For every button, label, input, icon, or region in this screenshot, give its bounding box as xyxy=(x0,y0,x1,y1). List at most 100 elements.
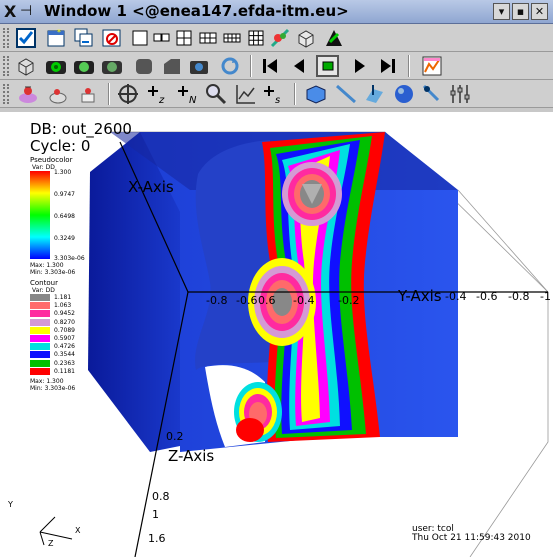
svg-text:*: * xyxy=(57,28,61,37)
legend-title: Pseudocolor xyxy=(30,156,73,164)
z-tick: 0.2 xyxy=(166,430,184,443)
date-label: Thu Oct 21 11:59:43 2010 xyxy=(412,533,531,543)
pick-node-icon[interactable] xyxy=(76,83,99,105)
pseudocolor-legend: Pseudocolor Var: DD 1.300 0.9747 0.6498 … xyxy=(30,156,90,264)
delete-window-icon[interactable] xyxy=(100,27,123,49)
toolbar-grip[interactable] xyxy=(3,84,9,104)
plot-info-icon[interactable] xyxy=(420,55,443,77)
svg-text:s: s xyxy=(275,95,280,105)
axis-restrict-icon[interactable] xyxy=(448,83,471,105)
y-tick: -0.6 xyxy=(476,290,498,303)
pick-zone-icon[interactable] xyxy=(46,83,69,105)
toolbar-grip[interactable] xyxy=(3,56,9,76)
contour-swatch xyxy=(30,318,50,326)
z-tick: 0.8 xyxy=(152,490,170,503)
hide-plots-icon[interactable] xyxy=(132,55,155,77)
point-tool-icon[interactable] xyxy=(420,83,443,105)
minimize-button[interactable]: ▾ xyxy=(493,3,510,20)
contour-level-value: 1.063 xyxy=(54,302,72,310)
window-titlebar[interactable]: X ⊣ Window 1 <@enea147.efda-itm.eu> ▾ ▪ … xyxy=(0,0,553,24)
add-point-icon[interactable]: s xyxy=(262,83,285,105)
plane-tool-icon[interactable] xyxy=(362,83,385,105)
view-3d-icon[interactable] xyxy=(294,27,317,49)
pan-normal-icon[interactable]: N xyxy=(176,83,199,105)
contour-legend-max: Max: 1.300 xyxy=(30,378,64,385)
toolbar-interaction: z N s xyxy=(0,80,553,108)
contour-legend-item: 0.2363 xyxy=(30,359,75,368)
camera-icon[interactable] xyxy=(100,55,123,77)
stop-icon[interactable] xyxy=(316,55,339,77)
contour-swatch xyxy=(30,294,50,301)
prev-frame-icon[interactable] xyxy=(287,55,310,77)
legend-tick: 0.9747 xyxy=(54,191,75,198)
layout-2x2-icon[interactable] xyxy=(172,27,195,49)
refresh-icon[interactable] xyxy=(218,55,241,77)
maximize-button[interactable]: ▪ xyxy=(512,3,529,20)
inner-tick: -0.4 xyxy=(293,294,315,307)
zoom-magnifier-icon[interactable] xyxy=(204,83,227,105)
contour-legend-item: 1.063 xyxy=(30,302,71,310)
save-image-icon[interactable] xyxy=(188,55,211,77)
render-viewport[interactable]: DB: out_2600 Cycle: 0 Pseudocolor Var: D… xyxy=(0,112,553,557)
legend-tick: 3.303e-06 xyxy=(54,255,85,262)
active-window-icon[interactable] xyxy=(14,27,37,49)
contour-level-value: 0.3544 xyxy=(54,351,75,359)
svg-text:N: N xyxy=(189,95,197,105)
separator xyxy=(108,83,110,105)
pin-icon[interactable]: ⊣ xyxy=(20,3,32,19)
clone-window-icon[interactable] xyxy=(72,27,95,49)
draw-plots-icon[interactable] xyxy=(44,55,67,77)
layout-1x2-icon[interactable] xyxy=(150,27,173,49)
separator xyxy=(294,83,296,105)
x-axis-label: X-Axis xyxy=(128,178,174,196)
triad-z-label: Z xyxy=(48,539,54,548)
line-tool-icon[interactable] xyxy=(334,83,357,105)
legend-tick: 0.6498 xyxy=(54,213,75,220)
contour-level-value: 0.1181 xyxy=(54,367,75,375)
pick-mode-icon[interactable] xyxy=(16,83,39,105)
contour-level-value: 0.5907 xyxy=(54,335,75,342)
layout-2x3-icon[interactable] xyxy=(196,27,219,49)
delete-plots-icon[interactable] xyxy=(160,55,183,77)
layout-2x4-icon[interactable] xyxy=(220,27,243,49)
x-logo-icon: X xyxy=(4,2,17,21)
z-tick: 1.6 xyxy=(148,532,166,545)
toolbar-plots xyxy=(0,52,553,80)
svg-text:z: z xyxy=(158,95,165,105)
legend-var: Var: DD xyxy=(32,164,55,171)
contour-swatch xyxy=(30,302,50,310)
close-button[interactable]: ✕ xyxy=(531,3,548,20)
separator xyxy=(250,55,252,77)
y-axis-label: Y-Axis xyxy=(398,287,442,305)
new-window-icon[interactable]: * xyxy=(44,27,67,49)
lineout-icon[interactable] xyxy=(234,83,257,105)
first-frame-icon[interactable] xyxy=(258,55,281,77)
next-frame-icon[interactable] xyxy=(348,55,371,77)
box-tool-icon[interactable] xyxy=(304,83,327,105)
layout-3x3-icon[interactable] xyxy=(244,27,267,49)
navigate-icon[interactable] xyxy=(116,83,139,105)
inner-tick: -0.8 xyxy=(206,294,228,307)
contour-legend-title: Contour xyxy=(30,279,58,287)
toolbar-grip[interactable] xyxy=(3,28,9,48)
layout-1x1-icon[interactable] xyxy=(128,27,151,49)
contour-level-value: 0.2363 xyxy=(54,359,75,367)
contour-swatch xyxy=(30,351,50,359)
camera-green-icon[interactable] xyxy=(72,55,95,77)
last-frame-icon[interactable] xyxy=(376,55,399,77)
contour-legend-item: 1.181 xyxy=(30,294,71,302)
lock-view-icon[interactable] xyxy=(268,27,291,49)
zoom-plus-icon[interactable]: z xyxy=(146,83,169,105)
contour-level-value: 1.181 xyxy=(54,294,72,301)
triad-x-label: X xyxy=(75,526,81,535)
spin-mode-icon[interactable] xyxy=(322,27,345,49)
contour-level-value: 0.4726 xyxy=(54,343,75,351)
contour-legend-min: Min: 3.303e-06 xyxy=(30,385,76,392)
y-tick: -0.4 xyxy=(445,290,467,303)
clear-plots-icon[interactable] xyxy=(14,55,37,77)
contour-swatch xyxy=(30,343,50,351)
contour-swatch xyxy=(30,359,50,367)
cutaway-surface xyxy=(195,140,270,370)
pseudocolor-colorbar xyxy=(30,171,50,259)
sphere-tool-icon[interactable] xyxy=(392,83,415,105)
